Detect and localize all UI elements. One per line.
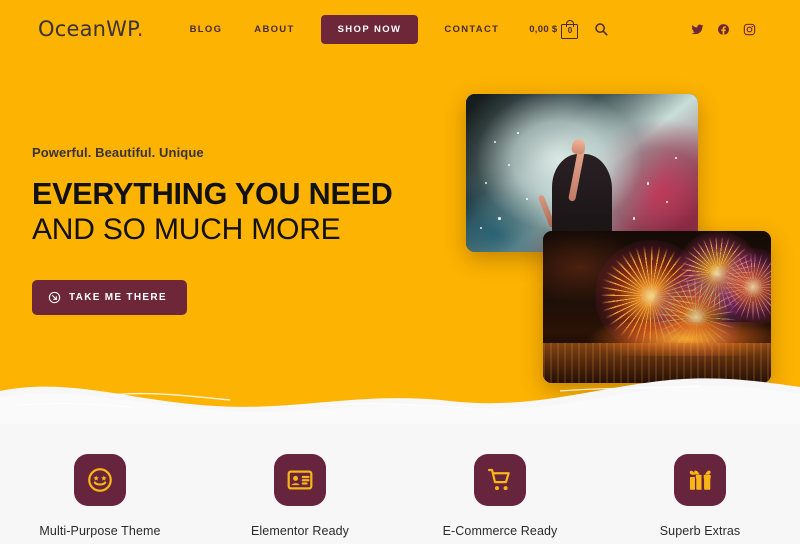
wave-divider	[0, 378, 800, 424]
feature-multi-purpose-theme[interactable]: Multi-Purpose Theme	[0, 454, 200, 538]
hero-heading-primary: EVERYTHING YOU NEED	[32, 177, 393, 211]
site-logo-dot: .	[136, 17, 144, 41]
hero-eyebrow: Powerful. Beautiful. Unique	[32, 145, 204, 160]
site-logo-text: OceanWP	[38, 17, 137, 41]
features-section: Multi-Purpose Theme Elementor Ready E-Co…	[0, 424, 800, 544]
gift-icon	[674, 454, 726, 506]
cart-count: 0	[567, 26, 573, 35]
feature-label: Elementor Ready	[250, 524, 350, 538]
main-navigation: BLOG ABOUT SHOP NOW CONTACT	[174, 14, 516, 44]
take-me-there-button[interactable]: TAKE ME THERE	[32, 279, 187, 315]
landing-page: OceanWP. BLOG ABOUT SHOP NOW CONTACT 0,0…	[0, 0, 800, 544]
star-struck-smiley-icon	[74, 454, 126, 506]
shop-now-button[interactable]: SHOP NOW	[320, 14, 419, 44]
social-links	[691, 23, 756, 36]
hero-copy: Powerful. Beautiful. Unique EVERYTHING Y…	[32, 145, 393, 315]
hero-section: OceanWP. BLOG ABOUT SHOP NOW CONTACT 0,0…	[0, 0, 800, 424]
twitter-icon[interactable]	[691, 23, 704, 36]
nav-link-blog[interactable]: BLOG	[174, 24, 239, 35]
feature-elementor-ready[interactable]: Elementor Ready	[200, 454, 400, 538]
shopping-cart-icon	[474, 454, 526, 506]
feature-label: Superb Extras	[659, 524, 741, 538]
feature-superb-extras[interactable]: Superb Extras	[600, 454, 800, 538]
cart-widget[interactable]: 0,00 $ 0	[529, 19, 579, 39]
hero-heading-secondary: AND SO MUCH MORE	[32, 213, 341, 247]
site-header: OceanWP. BLOG ABOUT SHOP NOW CONTACT 0,0…	[0, 0, 800, 58]
take-me-there-label: TAKE ME THERE	[69, 291, 167, 303]
facebook-icon[interactable]	[717, 23, 730, 36]
hero-image-smoke	[466, 94, 698, 252]
nav-link-about[interactable]: ABOUT	[238, 24, 310, 35]
cart-amount: 0,00 $	[529, 23, 558, 35]
feature-label: E-Commerce Ready	[442, 524, 558, 538]
feature-ecommerce-ready[interactable]: E-Commerce Ready	[400, 454, 600, 538]
arrow-circle-icon	[48, 291, 61, 304]
feature-label: Multi-Purpose Theme	[39, 524, 161, 538]
search-icon[interactable]	[594, 22, 609, 36]
id-card-icon	[274, 454, 326, 506]
shopping-bag-icon: 0	[561, 19, 579, 39]
instagram-icon[interactable]	[743, 23, 756, 36]
site-logo[interactable]: OceanWP.	[38, 17, 144, 41]
nav-link-contact[interactable]: CONTACT	[428, 24, 515, 35]
